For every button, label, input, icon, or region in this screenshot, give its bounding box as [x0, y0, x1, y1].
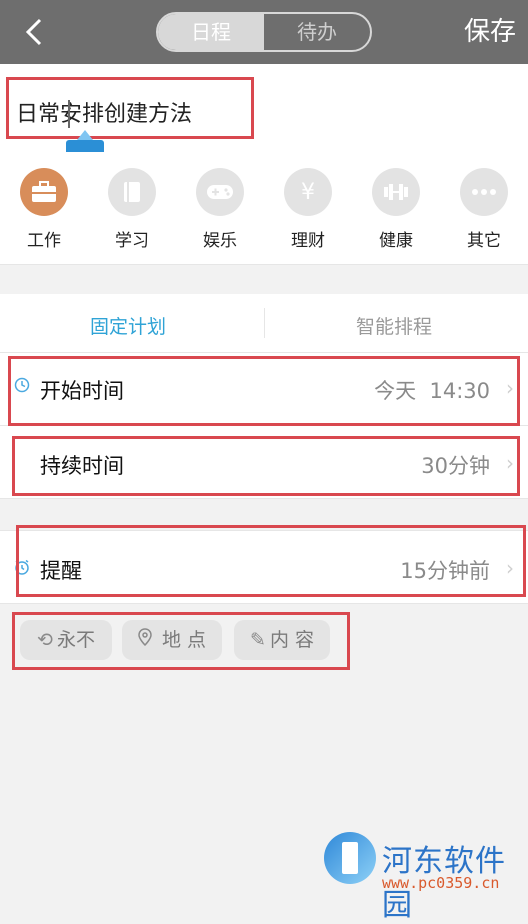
category-finance[interactable]: ¥ 理财 — [278, 168, 338, 251]
category-study[interactable]: 学习 — [102, 168, 162, 251]
highlight-start-time — [8, 356, 520, 426]
tab-schedule[interactable]: 日程 — [158, 14, 264, 50]
watermark: 河东软件园 www.pc0359.cn — [318, 828, 528, 923]
category-label: 其它 — [467, 231, 501, 251]
category-bar: 工作 学习 娱乐 ¥ 理财 健康 其它 — [0, 152, 528, 265]
save-button[interactable]: 保存 — [464, 16, 516, 48]
highlight-duration — [12, 436, 520, 496]
tab-todo[interactable]: 待办 — [264, 14, 370, 50]
tab-fixed-plan[interactable]: 固定计划 — [90, 312, 166, 339]
watermark-url: www.pc0359.cn — [382, 874, 500, 892]
back-button[interactable] — [22, 14, 58, 50]
top-bar: 日程 待办 保存 — [0, 0, 528, 64]
dumbbell-icon — [372, 168, 420, 216]
briefcase-icon — [20, 168, 68, 216]
plan-tabs: 固定计划 智能排程 — [0, 294, 528, 353]
category-health[interactable]: 健康 — [366, 168, 426, 251]
category-label: 健康 — [379, 231, 413, 251]
tab-smart-schedule[interactable]: 智能排程 — [356, 312, 432, 339]
category-label: 理财 — [291, 231, 325, 251]
category-entertainment[interactable]: 娱乐 — [190, 168, 250, 251]
book-icon — [108, 168, 156, 216]
tab-divider — [264, 308, 265, 338]
category-work[interactable]: 工作 — [14, 168, 74, 251]
yen-icon: ¥ — [284, 168, 332, 216]
chevron-left-icon — [25, 18, 42, 46]
category-label: 娱乐 — [203, 231, 237, 251]
gamepad-icon — [196, 168, 244, 216]
category-label: 工作 — [27, 231, 61, 251]
category-other[interactable]: 其它 — [454, 168, 514, 251]
highlight-chips — [12, 612, 350, 670]
highlight-title — [6, 77, 254, 139]
more-icon — [460, 168, 508, 216]
highlight-reminder — [16, 525, 526, 597]
category-label: 学习 — [115, 231, 149, 251]
schedule-todo-toggle: 日程 待办 — [156, 12, 372, 52]
watermark-logo-icon — [324, 832, 376, 884]
